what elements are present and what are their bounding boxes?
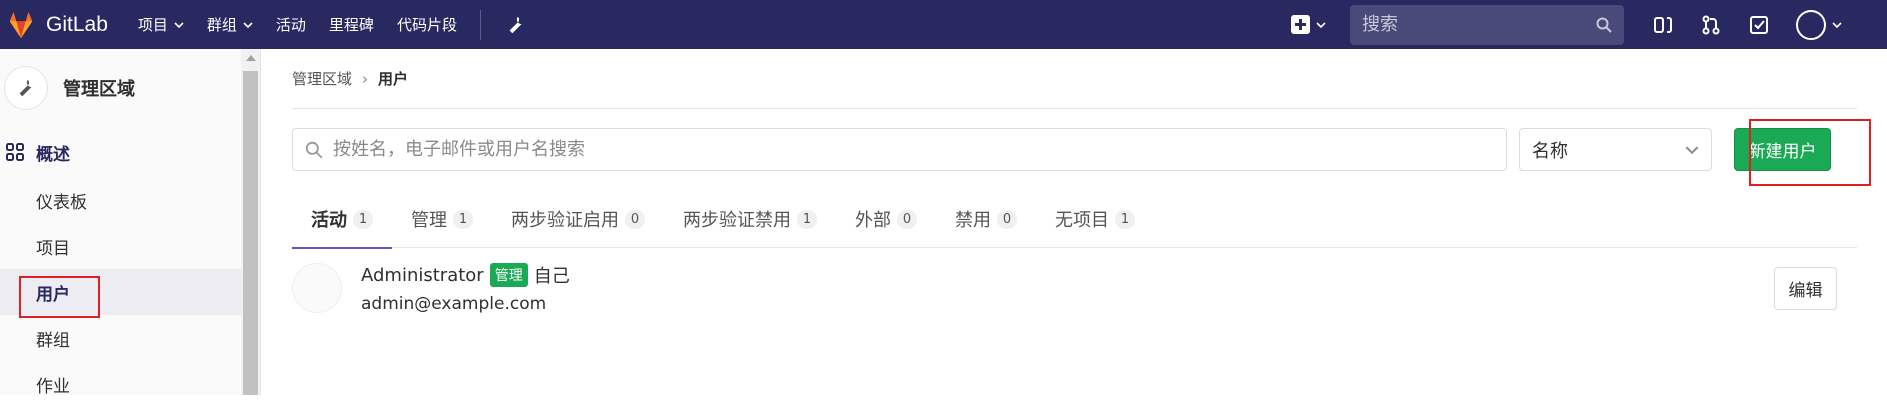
plus-square-icon: [1291, 15, 1310, 34]
sidebar-item-groups[interactable]: 群组: [0, 315, 260, 361]
nav-activity-label: 活动: [275, 16, 306, 34]
main-content: 管理区域 › 用户 名称 新建用户 活动 1 管理 1 两步验证启用 0 两步验证禁用…: [292, 49, 1857, 328]
search-icon: [305, 141, 323, 159]
user-name-line: Administrator 管理 自己: [361, 262, 570, 288]
admin-badge: 管理: [489, 263, 528, 287]
avatar[interactable]: [292, 263, 342, 313]
sidebar-item-label: 项目: [36, 238, 70, 259]
tab-label: 无项目: [1055, 210, 1109, 231]
tab-external[interactable]: 外部 0: [836, 190, 936, 248]
chevron-down-icon: [1832, 21, 1842, 28]
highlight-box-new-user: [1749, 119, 1871, 186]
count-badge: 1: [353, 209, 373, 229]
highlight-box-users: [19, 276, 100, 318]
sidebar-item-overview[interactable]: 概述: [0, 127, 260, 177]
sidebar-overview-label: 概述: [36, 144, 70, 165]
global-search[interactable]: [1350, 4, 1624, 45]
nav-groups[interactable]: 群组: [207, 14, 253, 35]
admin-avatar: [4, 66, 48, 110]
chevron-down-icon: [174, 21, 184, 28]
nav-divider: [479, 9, 481, 40]
user-name[interactable]: Administrator: [361, 265, 484, 286]
overview-grid-icon: [6, 143, 24, 161]
issues-icon[interactable]: [1652, 14, 1674, 36]
user-filter-tabs: 活动 1 管理 1 两步验证启用 0 两步验证禁用 1 外部 0 禁用 0 无项目 1: [292, 190, 1857, 249]
sidebar-header[interactable]: 管理区域: [0, 49, 260, 127]
sidebar-item-dashboard[interactable]: 仪表板: [0, 177, 260, 223]
gitlab-tanuki-icon: [9, 11, 33, 38]
breadcrumb-parent[interactable]: 管理区域: [292, 68, 352, 89]
count-badge: 1: [797, 209, 817, 229]
brand-name: GitLab: [46, 12, 108, 36]
admin-wrench-icon[interactable]: [505, 14, 527, 36]
sidebar-item-label: 作业: [36, 376, 70, 397]
count-badge: 0: [997, 209, 1017, 229]
self-label: 自己: [533, 266, 570, 287]
merge-requests-icon[interactable]: [1700, 14, 1722, 36]
tab-label: 两步验证禁用: [683, 210, 791, 231]
sidebar-scrollbar[interactable]: [241, 49, 260, 395]
nav-activity[interactable]: 活动: [276, 14, 306, 35]
global-search-input[interactable]: [1362, 14, 1596, 35]
breadcrumb-separator-icon: ›: [362, 69, 369, 88]
nav-projects-label: 项目: [137, 16, 168, 34]
nav-milestones[interactable]: 里程碑: [329, 14, 374, 35]
tab-label: 禁用: [955, 210, 991, 231]
chevron-down-icon: [243, 21, 253, 28]
sidebar-item-label: 仪表板: [36, 192, 87, 213]
tab-without-projects[interactable]: 无项目 1: [1036, 190, 1154, 248]
chevron-down-icon: [1316, 21, 1326, 28]
nav-snippets[interactable]: 代码片段: [397, 14, 457, 35]
nav-milestones-label: 里程碑: [328, 16, 374, 34]
admin-sidebar: 管理区域 概述 仪表板 项目 用户 群组 作业: [0, 49, 261, 397]
filter-row: 名称 新建用户: [292, 128, 1857, 171]
tab-active[interactable]: 活动 1: [292, 190, 392, 249]
sort-dropdown[interactable]: 名称: [1519, 128, 1712, 171]
search-icon: [1596, 17, 1612, 33]
nav-projects[interactable]: 项目: [138, 14, 184, 35]
sidebar-title: 管理区域: [63, 79, 135, 100]
breadcrumb: 管理区域 › 用户: [292, 49, 1857, 109]
todos-icon[interactable]: [1748, 14, 1770, 36]
user-email: admin@example.com: [361, 294, 547, 314]
user-search-box[interactable]: [292, 128, 1507, 171]
new-dropdown-button[interactable]: [1291, 15, 1326, 34]
tab-2fa-enabled[interactable]: 两步验证启用 0: [492, 190, 664, 248]
sidebar-item-jobs[interactable]: 作业: [0, 361, 260, 407]
top-right-nav: [1291, 0, 1887, 49]
sidebar-item-projects[interactable]: 项目: [0, 223, 260, 269]
main-nav: 项目 群组 活动 里程碑 代码片段: [138, 9, 527, 40]
user-avatar-menu[interactable]: [1796, 9, 1826, 40]
count-badge: 0: [625, 209, 645, 229]
sidebar-item-label: 群组: [36, 330, 70, 351]
wrench-icon: [19, 79, 32, 97]
count-badge: 0: [897, 209, 917, 229]
top-navbar: GitLab 项目 群组 活动 里程碑 代码片段: [0, 0, 1887, 49]
count-badge: 1: [453, 209, 473, 229]
user-list-item: Administrator 管理 自己 admin@example.com 编辑: [292, 248, 1857, 328]
scrollbar-thumb[interactable]: [243, 71, 258, 395]
nav-snippets-label: 代码片段: [396, 16, 457, 34]
tab-2fa-disabled[interactable]: 两步验证禁用 1: [664, 190, 836, 248]
tab-blocked[interactable]: 禁用 0: [936, 190, 1036, 248]
tab-label: 两步验证启用: [511, 210, 619, 231]
tab-admins[interactable]: 管理 1: [392, 190, 492, 248]
nav-groups-label: 群组: [206, 16, 237, 34]
tab-label: 管理: [411, 210, 447, 231]
scroll-up-arrow-icon[interactable]: [246, 55, 256, 61]
chevron-down-icon: [1685, 146, 1699, 154]
edit-user-button[interactable]: 编辑: [1774, 267, 1837, 310]
tab-label: 外部: [855, 210, 891, 231]
gitlab-logo[interactable]: GitLab: [6, 10, 108, 40]
tab-label: 活动: [311, 210, 347, 231]
sort-value: 名称: [1532, 140, 1568, 162]
count-badge: 1: [1115, 209, 1135, 229]
user-info: Administrator 管理 自己 admin@example.com: [361, 262, 570, 314]
breadcrumb-current[interactable]: 用户: [378, 68, 408, 89]
user-search-input[interactable]: [333, 139, 1506, 160]
